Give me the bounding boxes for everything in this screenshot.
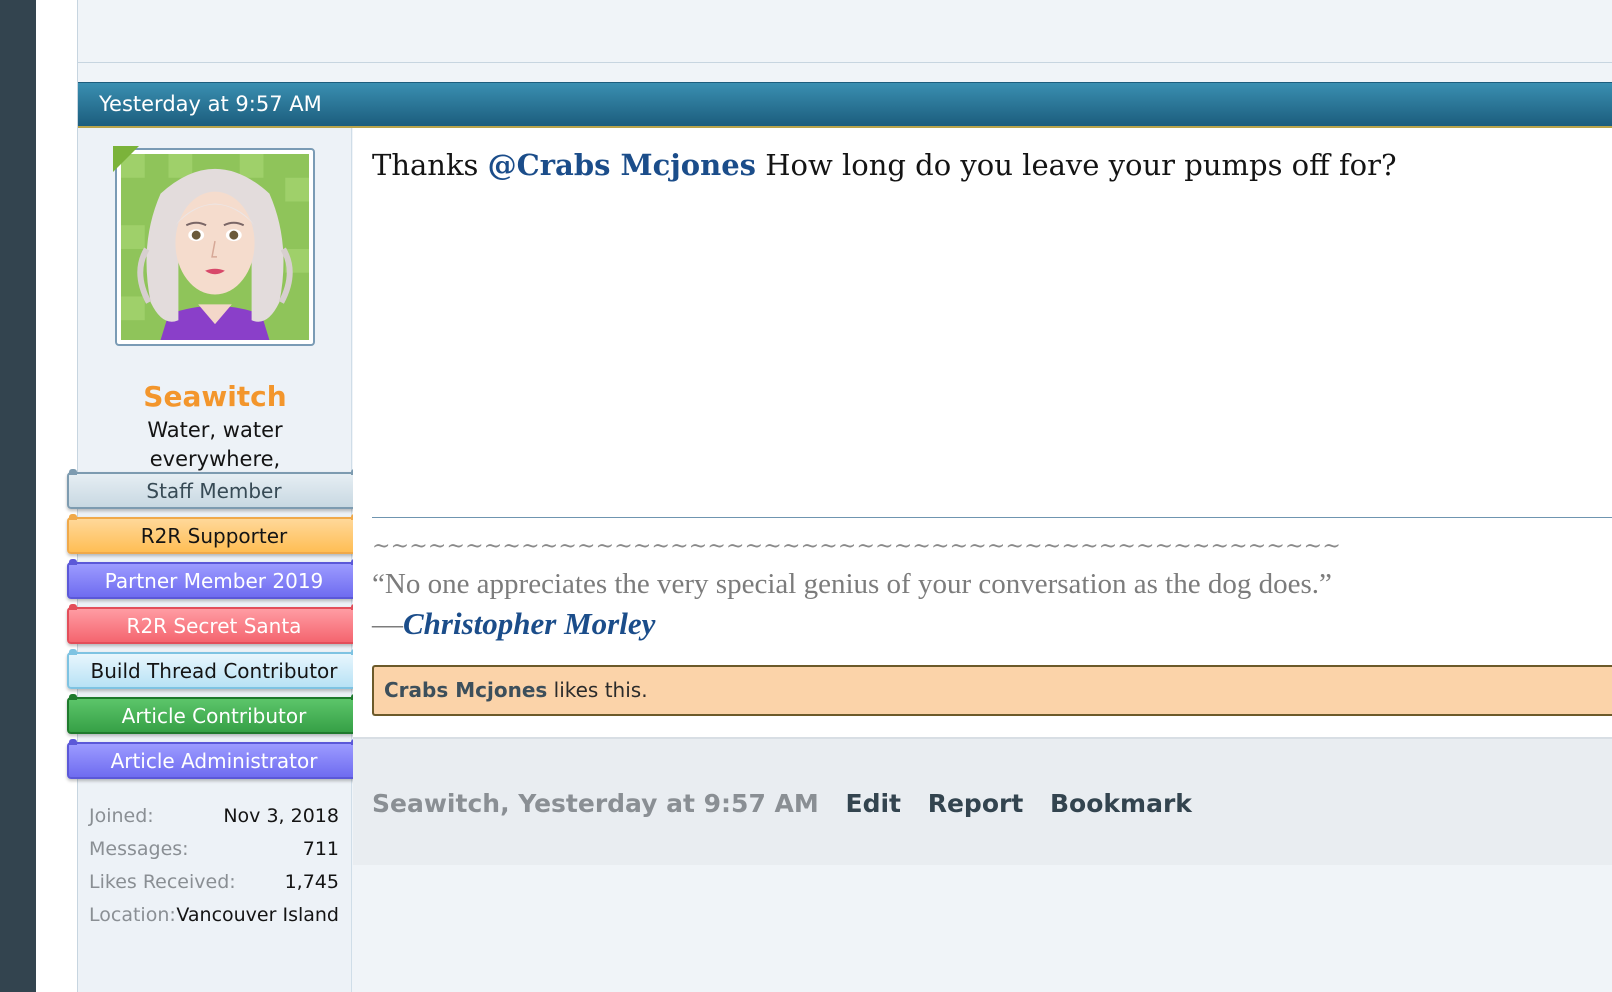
banner-r2r-supporter: R2R Supporter (67, 514, 361, 554)
banner-staff-member: Staff Member (67, 469, 361, 509)
message-suffix: How long do you leave your pumps off for… (755, 148, 1397, 182)
avatar-image (121, 154, 309, 340)
user-stats: Joined: Nov 3, 2018 Messages: 711 Likes … (89, 800, 339, 932)
stat-label: Likes Received: (89, 871, 236, 893)
banner-article-administrator: Article Administrator (67, 739, 361, 779)
report-link[interactable]: Report (928, 789, 1024, 818)
banner-partner-member: Partner Member 2019 (67, 559, 361, 599)
stat-label: Messages: (89, 838, 189, 860)
message-body: Thanks @Crabs Mcjones How long do you le… (353, 128, 1612, 737)
attribution-dash: — (372, 606, 403, 641)
stat-row-joined: Joined: Nov 3, 2018 (89, 800, 339, 833)
bookmark-link[interactable]: Bookmark (1050, 789, 1192, 818)
banner-article-contributor: Article Contributor (67, 694, 361, 734)
footer-actions: Seawitch, Yesterday at 9:57 AM Edit Repo… (372, 789, 1210, 818)
signature-author: Christopher Morley (403, 606, 656, 641)
stat-row-location: Location: Vancouver Island (89, 899, 339, 932)
stat-label: Joined: (89, 805, 154, 827)
user-info-column: Seawitch Water, water everywhere, Staff … (67, 128, 361, 992)
banner-build-thread-contributor: Build Thread Contributor (67, 649, 361, 689)
banner-secret-santa: R2R Secret Santa (67, 604, 361, 644)
signature-divider (372, 517, 1612, 518)
signature-quote: “No one appreciates the very special gen… (372, 568, 1332, 600)
post-timestamp[interactable]: Yesterday at 9:57 AM (99, 92, 322, 116)
left-rail (0, 0, 36, 992)
stat-value: Nov 3, 2018 (223, 805, 339, 827)
signature-tildes: ~~~~~~~~~~~~~~~~~~~~~~~~~~~~~~~~~~~~~~~~… (372, 534, 1341, 559)
stat-row-messages: Messages: 711 (89, 833, 339, 866)
message-footer: Seawitch, Yesterday at 9:57 AM Edit Repo… (353, 737, 1612, 865)
message-prefix: Thanks (372, 148, 488, 182)
online-indicator (113, 146, 139, 172)
message-text: Thanks @Crabs Mcjones How long do you le… (372, 148, 1397, 182)
username[interactable]: Seawitch (78, 380, 352, 413)
stat-row-likes: Likes Received: 1,745 (89, 866, 339, 899)
user-mention-link[interactable]: @Crabs Mcjones (488, 148, 756, 182)
edit-link[interactable]: Edit (846, 789, 902, 818)
avatar[interactable] (115, 148, 315, 346)
likes-text: likes this. (547, 678, 648, 702)
likes-user-link[interactable]: Crabs Mcjones (384, 678, 547, 702)
likes-summary: Crabs Mcjones likes this. (372, 665, 1612, 716)
stat-label: Location: (89, 904, 176, 926)
post-meta-link[interactable]: Seawitch, Yesterday at 9:57 AM (372, 789, 819, 818)
user-title: Water, water everywhere, (147, 418, 283, 471)
signature-attribution: —Christopher Morley (372, 606, 655, 642)
post-header: Yesterday at 9:57 AM (78, 82, 1612, 128)
stat-value: 1,745 (284, 871, 339, 893)
top-divider (78, 62, 1612, 63)
stat-value[interactable]: 711 (303, 833, 339, 866)
stat-value[interactable]: Vancouver Island (176, 899, 339, 932)
